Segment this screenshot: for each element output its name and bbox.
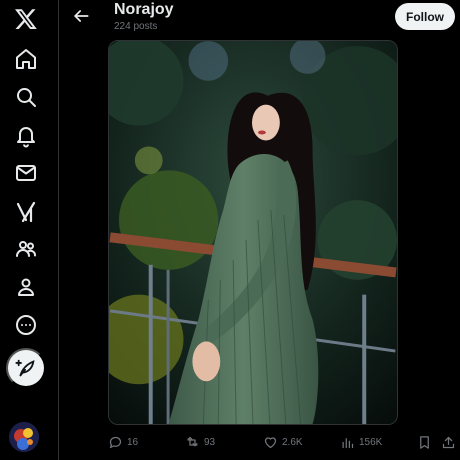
search-icon[interactable] xyxy=(14,85,38,109)
people-icon[interactable] xyxy=(14,237,38,261)
rail-divider xyxy=(58,0,59,460)
feather-plus-icon xyxy=(15,359,35,377)
profile-name: Norajoy xyxy=(114,1,174,18)
reply-icon xyxy=(109,436,122,448)
compose-post-button[interactable] xyxy=(6,348,46,388)
share-button[interactable] xyxy=(441,432,456,452)
profile-header: Norajoy 224 posts Follow xyxy=(59,0,460,40)
like-button[interactable]: 2.6K xyxy=(263,432,303,452)
reply-button[interactable]: 16 xyxy=(108,432,138,452)
reply-count: 16 xyxy=(127,436,139,448)
bookmark-button[interactable] xyxy=(417,432,432,452)
back-button[interactable] xyxy=(71,6,91,26)
heart-icon xyxy=(264,436,277,448)
repost-icon xyxy=(187,436,198,446)
person-icon[interactable] xyxy=(14,275,38,299)
side-nav xyxy=(0,0,52,460)
post-count: 224 posts xyxy=(114,21,158,32)
mail-icon[interactable] xyxy=(14,161,38,185)
photo-image xyxy=(109,41,397,424)
post-actions: 16 93 2.6K 156K xyxy=(59,428,460,456)
home-icon[interactable] xyxy=(14,47,38,71)
follow-button[interactable]: Follow xyxy=(395,3,455,30)
post-media-photo[interactable] xyxy=(108,40,398,425)
more-circle-icon[interactable] xyxy=(14,313,38,337)
like-count: 2.6K xyxy=(282,436,303,448)
grok-icon[interactable] xyxy=(14,200,38,224)
view-count: 156K xyxy=(359,436,383,448)
x-logo-icon[interactable] xyxy=(14,7,38,31)
account-avatar[interactable] xyxy=(9,422,39,452)
repost-button[interactable]: 93 xyxy=(185,432,215,452)
bell-icon[interactable] xyxy=(14,124,38,148)
avatar-image xyxy=(9,422,39,452)
views-chart-icon xyxy=(342,437,354,448)
repost-count: 93 xyxy=(204,436,216,448)
arrow-left-icon xyxy=(74,10,89,22)
views-button[interactable]: 156K xyxy=(340,432,382,452)
bookmark-icon xyxy=(420,435,429,449)
share-icon xyxy=(442,436,455,448)
